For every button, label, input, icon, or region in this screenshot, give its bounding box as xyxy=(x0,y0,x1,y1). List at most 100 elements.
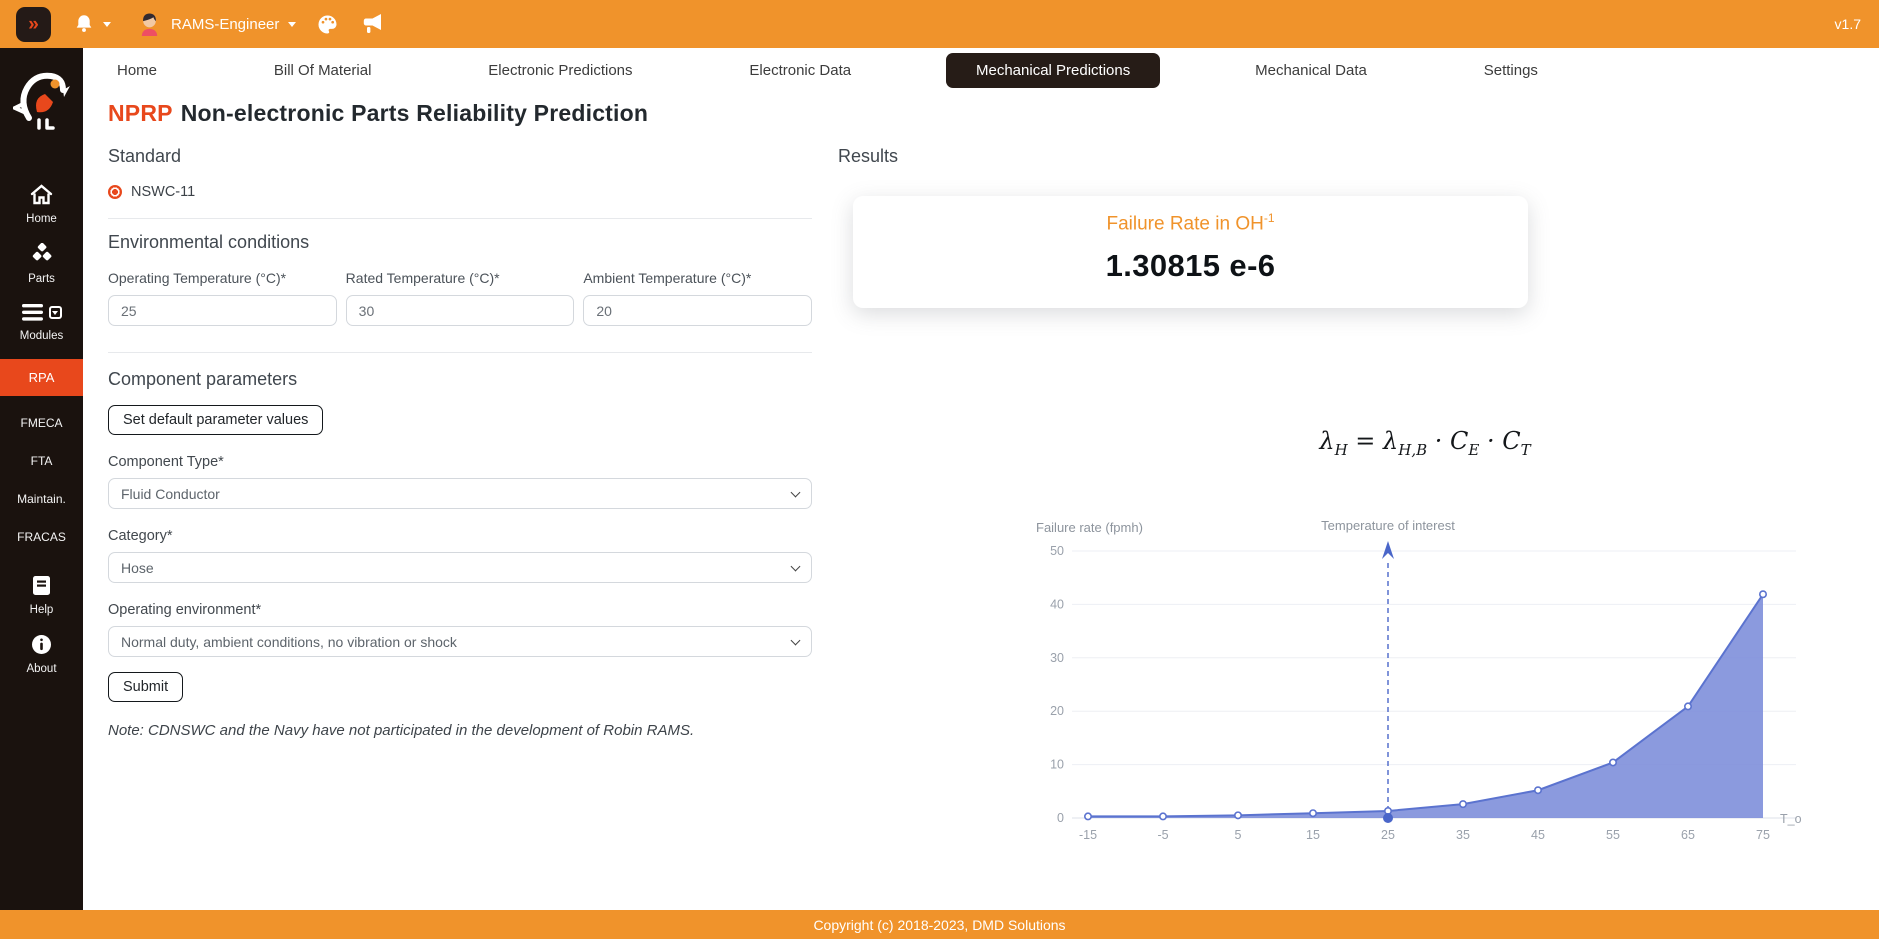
operating-temperature-input[interactable] xyxy=(108,295,337,326)
failure-rate-card-title: Failure Rate in OH-1 xyxy=(853,211,1528,235)
tab-home[interactable]: Home xyxy=(95,54,179,87)
component-type-select[interactable]: Fluid Conductor xyxy=(108,478,812,509)
sidebar-item-modules[interactable]: Modules xyxy=(0,294,83,351)
operating-environment-label: Operating environment* xyxy=(108,602,812,618)
environmental-conditions-section: Environmental conditions Operating Tempe… xyxy=(108,232,812,326)
failure-rate-value: 1.30815 e-6 xyxy=(853,248,1528,284)
home-icon xyxy=(30,184,53,208)
radio-selected-icon[interactable] xyxy=(108,185,122,199)
tab-electronic-predictions[interactable]: Electronic Predictions xyxy=(466,54,654,87)
svg-text:35: 35 xyxy=(1456,828,1470,842)
megaphone-icon[interactable] xyxy=(361,13,385,35)
rated-temperature-input[interactable] xyxy=(346,295,575,326)
sidebar-item-label: Modules xyxy=(20,330,63,342)
svg-text:20: 20 xyxy=(1050,704,1064,718)
svg-text:Failure rate (fpmh): Failure rate (fpmh) xyxy=(1036,520,1143,535)
copyright-text: Copyright (c) 2018-2023, DMD Solutions xyxy=(813,917,1065,933)
sidebar-item-label: Parts xyxy=(28,273,55,285)
chevron-down-icon xyxy=(791,562,801,572)
sidebar: Home Parts Modules RPA FMECA FTA Maintai… xyxy=(0,48,83,910)
svg-text:5: 5 xyxy=(1235,828,1242,842)
submit-button[interactable]: Submit xyxy=(108,672,183,702)
chevron-down-icon xyxy=(791,636,801,646)
sidebar-item-parts[interactable]: Parts xyxy=(0,234,83,294)
svg-text:30: 30 xyxy=(1050,651,1064,665)
sidebar-item-home[interactable]: Home xyxy=(0,175,83,234)
disclaimer-note: Note: CDNSWC and the Navy have not parti… xyxy=(108,722,694,739)
palette-icon[interactable] xyxy=(316,13,339,36)
svg-text:75: 75 xyxy=(1756,828,1770,842)
category-value: Hose xyxy=(121,560,154,576)
svg-text:15: 15 xyxy=(1306,828,1320,842)
operating-environment-value: Normal duty, ambient conditions, no vibr… xyxy=(121,634,457,650)
modules-expand-icon[interactable] xyxy=(49,306,62,319)
tab-settings[interactable]: Settings xyxy=(1462,54,1560,87)
sidebar-item-fta[interactable]: FTA xyxy=(0,442,83,480)
sidebar-expand-icon: » xyxy=(28,15,39,34)
svg-text:Temperature of interest: Temperature of interest xyxy=(1321,518,1455,533)
tab-mechanical-predictions[interactable]: Mechanical Predictions xyxy=(946,53,1160,88)
failure-rate-chart: 01020304050Failure rate (fpmh)-15-551525… xyxy=(1030,513,1840,858)
page-title-abbr: NPRP xyxy=(108,100,173,126)
svg-text:T_o: T_o xyxy=(1780,812,1802,826)
svg-text:10: 10 xyxy=(1050,758,1064,772)
operating-environment-select[interactable]: Normal duty, ambient conditions, no vibr… xyxy=(108,626,812,657)
page-title-text: Non-electronic Parts Reliability Predict… xyxy=(181,100,648,126)
svg-text:-5: -5 xyxy=(1157,828,1168,842)
svg-text:45: 45 xyxy=(1531,828,1545,842)
sidebar-item-rpa[interactable]: RPA xyxy=(0,359,83,396)
sidebar-item-label: Help xyxy=(30,604,54,616)
parts-icon xyxy=(30,243,54,268)
tab-mechanical-data[interactable]: Mechanical Data xyxy=(1233,54,1389,87)
sidebar-item-help[interactable]: Help xyxy=(0,566,83,625)
sidebar-item-fmeca[interactable]: FMECA xyxy=(0,404,83,442)
component-type-label: Component Type* xyxy=(108,454,812,470)
app-version: v1.7 xyxy=(1835,0,1861,48)
page-title: NPRP Non-electronic Parts Reliability Pre… xyxy=(108,100,648,127)
sidebar-item-maintain[interactable]: Maintain. xyxy=(0,480,83,518)
rated-temperature-field: Rated Temperature (°C)* xyxy=(346,270,575,326)
sidebar-item-about[interactable]: About xyxy=(0,625,83,684)
robin-rams-logo[interactable] xyxy=(13,68,71,137)
component-parameters-section: Component parameters Set default paramet… xyxy=(108,369,812,702)
operating-temperature-label: Operating Temperature (°C)* xyxy=(108,270,337,286)
category-select[interactable]: Hose xyxy=(108,552,812,583)
svg-text:65: 65 xyxy=(1681,828,1695,842)
failure-rate-card: Failure Rate in OH-1 1.30815 e-6 xyxy=(853,196,1528,308)
modules-icon xyxy=(22,303,44,325)
svg-text:0: 0 xyxy=(1057,811,1064,825)
ambient-temperature-input[interactable] xyxy=(583,295,812,326)
svg-text:55: 55 xyxy=(1606,828,1620,842)
environmental-conditions-heading: Environmental conditions xyxy=(108,232,812,253)
ambient-temperature-field: Ambient Temperature (°C)* xyxy=(583,270,812,326)
svg-text:40: 40 xyxy=(1050,597,1064,611)
chart-canvas: 01020304050Failure rate (fpmh)-15-551525… xyxy=(1030,513,1840,858)
component-type-value: Fluid Conductor xyxy=(121,486,220,502)
user-menu[interactable]: RAMS-Engineer xyxy=(137,11,296,38)
bell-dropdown-caret-icon[interactable] xyxy=(103,22,111,27)
user-avatar xyxy=(137,11,162,38)
standard-option-nswc11[interactable]: NSWC-11 xyxy=(108,184,195,200)
category-label: Category* xyxy=(108,528,812,544)
divider xyxy=(108,352,812,353)
sidebar-expand-button[interactable]: » xyxy=(16,7,51,42)
about-icon xyxy=(31,634,52,658)
ambient-temperature-label: Ambient Temperature (°C)* xyxy=(583,270,812,286)
component-parameters-heading: Component parameters xyxy=(108,369,812,390)
bell-icon[interactable] xyxy=(73,13,95,35)
sidebar-item-fracas[interactable]: FRACAS xyxy=(0,518,83,556)
help-icon xyxy=(32,575,51,599)
tab-electronic-data[interactable]: Electronic Data xyxy=(727,54,873,87)
radio-label: NSWC-11 xyxy=(131,184,195,200)
user-dropdown-caret-icon xyxy=(288,22,296,27)
tab-bill-of-material[interactable]: Bill Of Material xyxy=(252,54,394,87)
svg-text:50: 50 xyxy=(1050,544,1064,558)
footer: Copyright (c) 2018-2023, DMD Solutions xyxy=(0,910,1879,939)
operating-temperature-field: Operating Temperature (°C)* xyxy=(108,270,337,326)
svg-text:25: 25 xyxy=(1381,828,1395,842)
topbar: » RAMS-Engineer xyxy=(0,0,1879,48)
divider xyxy=(108,218,812,219)
rated-temperature-label: Rated Temperature (°C)* xyxy=(346,270,575,286)
set-default-parameters-button[interactable]: Set default parameter values xyxy=(108,405,323,435)
results-heading: Results xyxy=(838,146,898,167)
